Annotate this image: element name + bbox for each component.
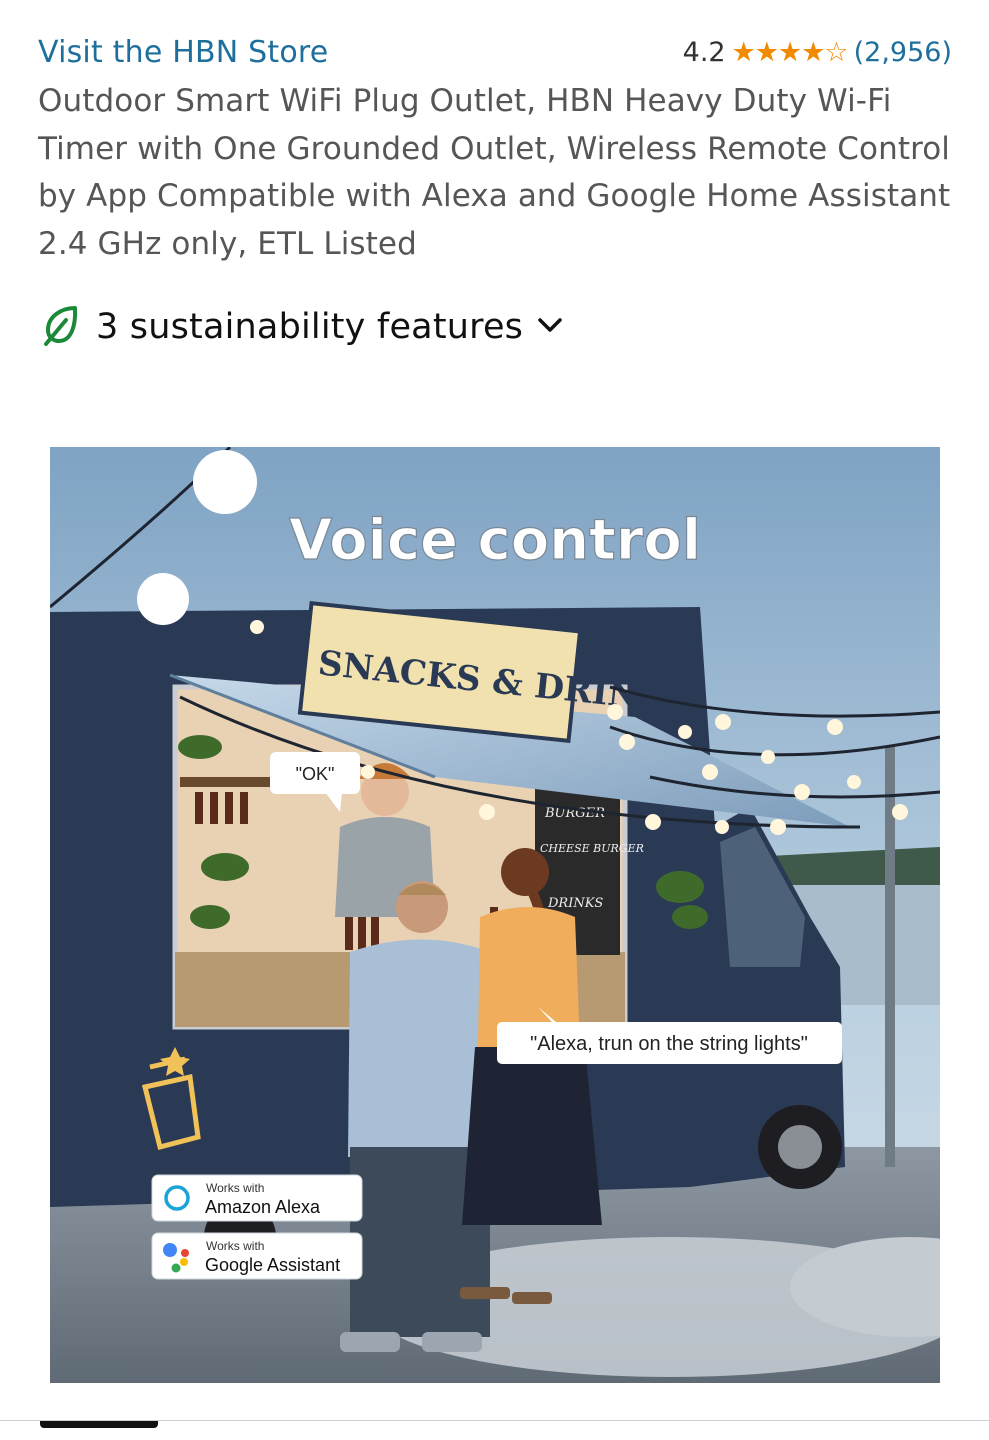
svg-text:Works with: Works with xyxy=(206,1181,264,1195)
customer-man xyxy=(340,881,492,1352)
rating-summary[interactable]: 4.2 ★★★★☆ (2,956) xyxy=(683,37,952,68)
image-heading: Voice control xyxy=(289,508,701,573)
product-title: Outdoor Smart WiFi Plug Outlet, HBN Heav… xyxy=(38,83,951,262)
svg-text:Amazon Alexa: Amazon Alexa xyxy=(205,1197,321,1217)
leaf-icon xyxy=(42,304,82,350)
bottom-bar xyxy=(0,1420,989,1440)
works-with-google-assistant-badge: Works with Google Assistant xyxy=(151,1232,363,1280)
svg-text:Works with: Works with xyxy=(206,1239,264,1253)
works-with-alexa-badge: Works with Amazon Alexa xyxy=(151,1174,363,1222)
sustainability-features-toggle[interactable]: 3 sustainability features xyxy=(42,302,563,352)
review-count-link[interactable]: (2,956) xyxy=(854,37,952,68)
svg-text:CHEESE BURGER: CHEESE BURGER xyxy=(540,842,644,855)
svg-text:Google Assistant: Google Assistant xyxy=(205,1255,340,1275)
svg-text:"OK": "OK" xyxy=(296,764,335,784)
chevron-down-icon xyxy=(537,315,563,339)
header-row: Visit the HBN Store 4.2 ★★★★☆ (2,956) xyxy=(38,30,952,74)
bottom-tab-indicator xyxy=(40,1421,158,1428)
store-link[interactable]: Visit the HBN Store xyxy=(38,35,328,70)
svg-text:"Alexa, trun on the string lig: "Alexa, trun on the string lights" xyxy=(530,1033,808,1055)
svg-text:DRINKS: DRINKS xyxy=(547,896,603,911)
star-rating: ★★★★☆ xyxy=(731,36,849,68)
sustainability-label: 3 sustainability features xyxy=(96,307,524,347)
product-image[interactable]: BURGER CHEESE BURGER DRINKS SNACKS & DRI… xyxy=(50,447,940,1383)
rating-value: 4.2 xyxy=(682,36,726,68)
